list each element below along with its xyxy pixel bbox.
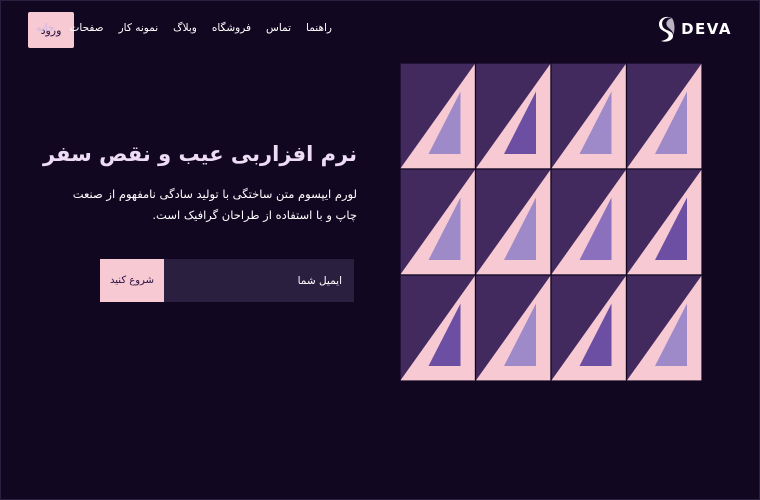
nav-item-contact[interactable]: تماس [266,22,291,34]
logo-mark-icon [659,16,675,42]
hero-subtitle: لورم ایپسوم متن ساختگی با تولید سادگی نا… [72,187,357,222]
nav-item-portfolio[interactable]: نمونه کار [119,22,159,34]
signup-form: شروع کنید [100,259,354,302]
nav-item-blog[interactable]: وبلاگ [173,22,197,34]
brand-logo[interactable]: DEVA [658,14,732,44]
nav-item-shop[interactable]: فروشگاه [212,22,251,34]
nav-item-home[interactable]: خانه [36,22,54,34]
hero-title: نرم افزاربی عیب و نقص سفر [42,142,357,166]
email-input[interactable] [164,259,354,302]
get-started-button[interactable]: شروع کنید [100,259,164,302]
brand-name: DEVA [681,20,732,38]
nav-item-help[interactable]: راهنما [306,22,332,34]
main-nav: خانه صفحات نمونه کار وبلاگ فروشگاه تماس … [36,22,332,34]
nav-item-pages[interactable]: صفحات [70,22,104,34]
hero-pattern-illustration [400,63,702,381]
